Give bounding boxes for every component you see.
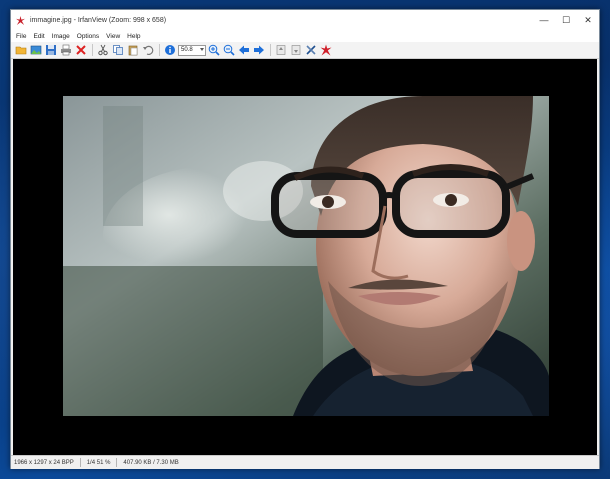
displayed-photo [63,96,549,416]
zoom-out-icon[interactable] [222,43,236,57]
menu-file[interactable]: File [16,33,26,40]
zoom-value: 50.8 [181,47,193,53]
status-page-zoom: 1/4 51 % [86,459,111,466]
status-divider [116,458,118,467]
toolbar-separator [159,44,160,56]
last-page-icon[interactable] [289,43,303,57]
toolbar-separator [270,44,271,56]
copy-icon[interactable] [111,43,125,57]
close-button[interactable]: ✕ [577,10,599,30]
delete-icon[interactable] [74,43,88,57]
open-folder-icon[interactable] [14,43,28,57]
menu-help[interactable]: Help [127,33,140,40]
cut-icon[interactable] [96,43,110,57]
chevron-down-icon [200,47,204,51]
toolbar: 50.8 [11,42,599,59]
image-viewer[interactable] [13,59,597,455]
irfanview-cat-icon[interactable] [319,43,333,57]
previous-arrow-icon[interactable] [237,43,251,57]
thumbnails-icon[interactable] [29,43,43,57]
irfanview-app-icon [16,15,25,25]
menu-view[interactable]: View [106,33,120,40]
next-arrow-icon[interactable] [252,43,266,57]
status-bar: 1966 x 1297 x 24 BPP 1/4 51 % 407.90 KB … [11,455,599,469]
portrait-photo [63,96,549,416]
paste-icon[interactable] [126,43,140,57]
maximize-button[interactable]: ☐ [555,10,577,30]
irfanview-window: immagine.jpg - IrfanView (Zoom: 998 x 65… [10,9,600,469]
toolbar-separator [92,44,93,56]
zoom-dropdown[interactable]: 50.8 [178,44,206,56]
menu-options[interactable]: Options [77,33,99,40]
first-page-icon[interactable] [274,43,288,57]
settings-tools-icon[interactable] [304,43,318,57]
menu-bar: File Edit Image Options View Help [11,30,599,42]
undo-icon[interactable] [141,43,155,57]
zoom-in-icon[interactable] [207,43,221,57]
menu-edit[interactable]: Edit [33,33,44,40]
status-file-size: 407.90 KB / 7.30 MB [123,459,179,466]
info-icon[interactable] [163,43,177,57]
status-divider [79,458,81,467]
window-title: immagine.jpg - IrfanView (Zoom: 998 x 65… [30,16,167,24]
minimize-button[interactable]: — [533,10,555,30]
title-bar[interactable]: immagine.jpg - IrfanView (Zoom: 998 x 65… [11,10,599,30]
menu-image[interactable]: Image [52,33,70,40]
print-icon[interactable] [59,43,73,57]
status-dimensions: 1966 x 1297 x 24 BPP [14,459,74,466]
save-icon[interactable] [44,43,58,57]
